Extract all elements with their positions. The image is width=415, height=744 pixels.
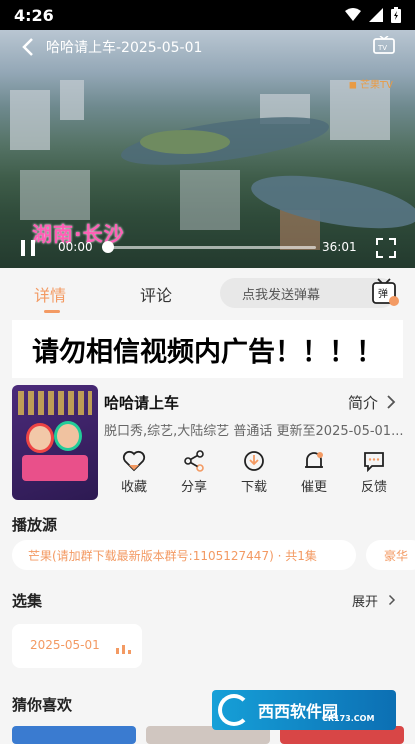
show-poster[interactable] [12,385,98,500]
feedback-label: 反馈 [360,480,387,495]
danmu-toggle-button[interactable]: 弹 [370,277,400,307]
fullscreen-icon [376,238,396,258]
player-topbar: 哈哈请上车-2025-05-01 TV [0,30,415,64]
source-option-2[interactable]: 豪华 [366,540,415,570]
tab-details[interactable]: 详情 [34,282,66,306]
cast-tv-button[interactable]: TV [373,35,395,60]
episode-item[interactable]: 2025-05-01 [12,624,142,668]
total-duration: 36:01 [322,240,357,254]
favorite-button[interactable]: 收藏 [104,446,164,495]
detail-tabs: 详情 评论 点我发送弹幕 弹 [0,268,415,316]
share-button[interactable]: 分享 [164,446,224,495]
status-time: 4:26 [14,5,54,25]
download-label: 下载 [240,480,267,495]
expand-button[interactable]: 展开 [352,591,396,610]
tab-comments[interactable]: 评论 [140,282,172,306]
status-icons [345,7,401,23]
video-title: 哈哈请上车-2025-05-01 [46,40,203,56]
chevron-right-icon [387,395,396,409]
play-pause-button[interactable] [18,238,38,258]
svg-text:TV: TV [377,44,387,52]
show-meta: 脱口秀,综艺,大陆综艺 普通话 更新至2025-05-01... [104,424,404,439]
player-controls: 00:00 36:01 [0,230,415,266]
active-tab-indicator [44,310,60,313]
episode-label: 2025-05-01 [30,638,100,652]
share-icon [184,450,204,472]
video-scene-field [140,130,230,154]
favorite-label: 收藏 [120,480,147,495]
elapsed-time: 00:00 [58,240,93,254]
warning-text: 请勿相信视频内广告！！！！ [32,336,383,368]
expand-label: 展开 [352,595,379,610]
feedback-icon [364,452,384,472]
episodes-heading: 选集 [12,592,43,610]
warning-banner: 请勿相信视频内广告！！！！ [12,320,403,378]
remind-label: 催更 [300,480,327,495]
intro-button[interactable]: 简介 [348,392,378,413]
chevron-left-icon [22,38,33,56]
danmu-icon: 弹 [372,278,399,306]
bell-icon [305,452,323,468]
watermark-sub: CR173.COM [322,714,375,723]
video-scene-river-2 [247,165,415,239]
channel-logo: ◼ 芒果TV [348,80,393,91]
source-heading: 播放源 [12,516,58,534]
remind-update-button[interactable]: 催更 [284,446,344,495]
chevron-right-icon [389,594,396,606]
fullscreen-button[interactable] [376,238,396,258]
wifi-icon [345,8,361,21]
back-button[interactable] [14,33,42,61]
download-icon [244,451,264,471]
watermark-logo-icon [218,694,250,726]
show-title: 哈哈请上车 [104,394,180,412]
share-label: 分享 [180,480,207,495]
tv-icon: TV [373,35,395,54]
status-bar: 4:26 [0,0,415,30]
heart-icon [122,450,146,472]
site-watermark: 西西软件园 CR173.COM [212,690,396,730]
pause-icon [21,240,35,256]
source-option-1[interactable]: 芒果(请加群下载最新版本群号:1105127447) · 共1集 [12,540,356,570]
progress-handle[interactable] [102,241,114,253]
danmu-icon-label: 弹 [378,287,388,300]
recommend-heading: 猜你喜欢 [12,696,73,714]
action-bar: 收藏 分享 下载 催更 反馈 [100,446,410,502]
download-button[interactable]: 下载 [224,446,284,495]
playing-indicator-icon [116,645,131,654]
progress-track[interactable] [106,246,316,249]
signal-icon [369,8,383,22]
feedback-button[interactable]: 反馈 [344,446,404,495]
show-info: 哈哈请上车 简介 脱口秀,综艺,大陆综艺 普通话 更新至2025-05-01..… [0,380,415,505]
recommend-card[interactable] [12,726,136,744]
danmu-placeholder: 点我发送弹幕 [242,288,321,303]
battery-icon [391,7,401,23]
